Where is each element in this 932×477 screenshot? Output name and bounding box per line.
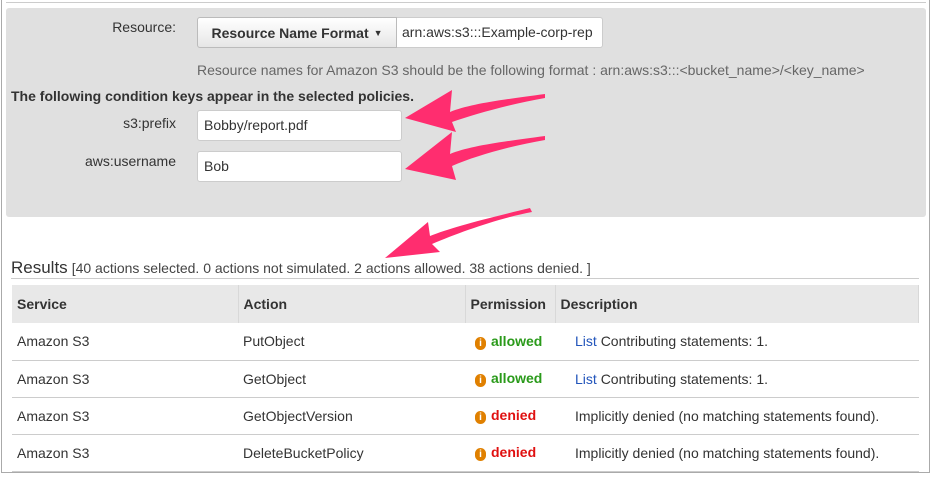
arrow-icon xyxy=(385,208,532,258)
annotation-arrows xyxy=(385,90,545,258)
arrow-icon xyxy=(405,90,545,132)
arrow-icon xyxy=(405,132,545,180)
